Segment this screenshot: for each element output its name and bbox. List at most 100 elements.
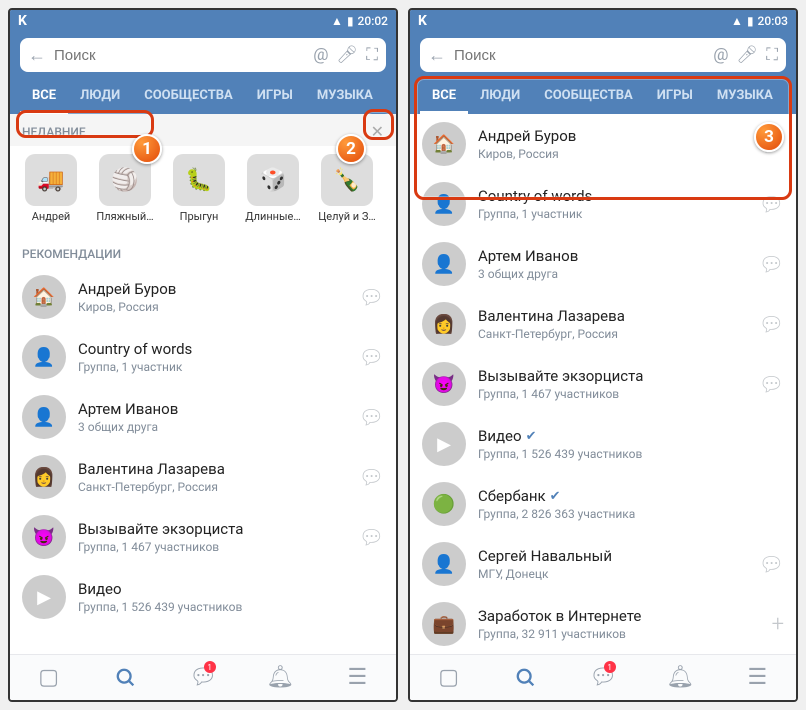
message-icon[interactable]: 💬︎ bbox=[359, 345, 384, 369]
content-area: НЕДАВНИЕ ✕ 🚚 Андрей 🏐 Пляжный… 🐛 Прыгун … bbox=[10, 114, 396, 654]
nav-notifications-icon[interactable]: 🔔︎ bbox=[642, 655, 719, 700]
list-item[interactable]: 🏠 Андрей БуровКиров, Россия 💬︎ bbox=[410, 114, 796, 174]
tab-people[interactable]: ЛЮДИ bbox=[68, 78, 132, 114]
list-item[interactable]: 👤 Сергей НавальныйМГУ, Донецк 💬︎ bbox=[410, 534, 796, 594]
recs-header-label: РЕКОМЕНДАЦИИ bbox=[22, 247, 121, 261]
tab-music[interactable]: МУЗЫКА bbox=[705, 78, 785, 114]
message-icon[interactable]: 💬︎ bbox=[759, 552, 784, 576]
at-icon[interactable]: @ bbox=[313, 45, 328, 65]
nav-badge: 1 bbox=[204, 661, 216, 673]
nav-news-icon[interactable]: ▢ bbox=[10, 655, 87, 700]
nav-search-icon[interactable] bbox=[487, 655, 564, 700]
list-item[interactable]: 🏠 Андрей БуровКиров, Россия 💬︎ bbox=[10, 267, 396, 327]
item-name: Артем Иванов bbox=[478, 247, 747, 265]
scan-icon[interactable]: ⛶ bbox=[366, 45, 378, 65]
nav-menu-icon[interactable]: ☰ bbox=[319, 655, 396, 700]
tab-games[interactable]: ИГРЫ bbox=[245, 78, 305, 114]
recommendations-list: 🏠 Андрей БуровКиров, Россия 💬︎ 👤 Country… bbox=[10, 267, 396, 627]
avatar: 👤 bbox=[422, 182, 466, 226]
phone-right: K ▲ ▮ 20:03 ← @ 🎤︎ ⛶ ВСЕ ЛЮДИ СООБЩЕСТВА… bbox=[408, 8, 798, 702]
list-item[interactable]: 👤 Артем Иванов3 общих друга 💬︎ bbox=[10, 387, 396, 447]
recent-label: Пляжный… bbox=[96, 210, 153, 223]
item-sub: 3 общих друга bbox=[478, 267, 747, 281]
list-item[interactable]: 😈 Вызывайте экзорцистаГруппа, 1 467 учас… bbox=[10, 507, 396, 567]
list-item[interactable]: 👤 Артем Иванов 3 общих друга 💬︎ bbox=[410, 234, 796, 294]
phone-left: K ▲ ▮ 20:02 ← @ 🎤︎ ⛶ ВСЕ ЛЮДИ СООБЩЕСТВА… bbox=[8, 8, 398, 702]
avatar: 👤 bbox=[22, 395, 66, 439]
recent-item[interactable]: 🐛 Прыгун bbox=[168, 154, 230, 223]
avatar: 👩 bbox=[22, 455, 66, 499]
message-icon[interactable]: 💬︎ bbox=[759, 132, 784, 156]
item-sub: 3 общих друга bbox=[78, 420, 347, 434]
tab-music[interactable]: МУЗЫКА bbox=[305, 78, 385, 114]
item-name: Вызывайте экзорциста bbox=[78, 520, 347, 538]
scan-icon[interactable]: ⛶ bbox=[766, 45, 778, 65]
message-icon[interactable]: 💬︎ bbox=[359, 465, 384, 489]
message-icon[interactable]: 💬︎ bbox=[759, 192, 784, 216]
tab-people[interactable]: ЛЮДИ bbox=[468, 78, 532, 114]
back-arrow-icon[interactable]: ← bbox=[28, 45, 46, 66]
nav-notifications-icon[interactable]: 🔔︎ bbox=[242, 655, 319, 700]
message-icon[interactable]: 💬︎ bbox=[759, 312, 784, 336]
back-arrow-icon[interactable]: ← bbox=[428, 45, 446, 66]
mic-icon[interactable]: 🎤︎ bbox=[337, 45, 359, 65]
item-name: Валентина Лазарева bbox=[78, 460, 347, 478]
item-name: Андрей Буров bbox=[78, 280, 347, 298]
message-icon[interactable]: 💬︎ bbox=[759, 372, 784, 396]
item-sub: Группа, 32 911 участников bbox=[478, 627, 760, 641]
search-input[interactable] bbox=[54, 47, 305, 64]
recent-item[interactable]: 🚚 Андрей bbox=[20, 154, 82, 223]
search-input[interactable] bbox=[454, 47, 705, 64]
mic-icon[interactable]: 🎤︎ bbox=[737, 45, 759, 65]
message-icon[interactable]: 💬︎ bbox=[359, 405, 384, 429]
list-item[interactable]: 🟢 Сбербанк ✔Группа, 2 826 363 участника bbox=[410, 474, 796, 534]
nav-messages-icon[interactable]: 💬︎1 bbox=[564, 655, 641, 700]
tab-groups[interactable]: СООБЩЕСТВА bbox=[132, 78, 245, 114]
recent-item[interactable]: 🎲 Длинные… bbox=[242, 154, 304, 223]
recent-label: Прыгун bbox=[180, 210, 219, 223]
clear-recent-button[interactable]: ✕ bbox=[371, 124, 384, 140]
avatar: 🟢 bbox=[422, 482, 466, 526]
nav-menu-icon[interactable]: ☰ bbox=[719, 655, 796, 700]
recent-item[interactable]: 🍾 Целуй и З… bbox=[316, 154, 378, 223]
item-sub: Группа, 1 467 участников bbox=[478, 387, 747, 401]
message-icon[interactable]: 💬︎ bbox=[359, 285, 384, 309]
item-name: Country of words bbox=[478, 187, 747, 205]
search-bar[interactable]: ← @ 🎤︎ ⛶ bbox=[420, 38, 786, 72]
recent-item[interactable]: 🏐 Пляжный… bbox=[94, 154, 156, 223]
tab-games[interactable]: ИГРЫ bbox=[645, 78, 705, 114]
list-item[interactable]: 👩 Валентина ЛазареваСанкт-Петербург, Рос… bbox=[410, 294, 796, 354]
recent-row[interactable]: 🚚 Андрей 🏐 Пляжный… 🐛 Прыгун 🎲 Длинные… … bbox=[10, 146, 396, 237]
item-name: Вызывайте экзорциста bbox=[478, 367, 747, 385]
list-item[interactable]: 👩 Валентина ЛазареваСанкт-Петербург, Рос… bbox=[10, 447, 396, 507]
list-item[interactable]: 💼 Заработок в ИнтернетеГруппа, 32 911 уч… bbox=[410, 594, 796, 654]
avatar: 👤 bbox=[422, 542, 466, 586]
avatar: ▶ bbox=[422, 422, 466, 466]
recent-thumb: 🍾 bbox=[321, 154, 373, 206]
nav-messages-icon[interactable]: 💬︎1 bbox=[164, 655, 241, 700]
at-icon[interactable]: @ bbox=[713, 45, 728, 65]
tab-groups[interactable]: СООБЩЕСТВА bbox=[532, 78, 645, 114]
search-bar[interactable]: ← @ 🎤︎ ⛶ bbox=[20, 38, 386, 72]
recent-header: НЕДАВНИЕ ✕ bbox=[10, 114, 396, 146]
list-item[interactable]: 😈 Вызывайте экзорцистаГруппа, 1 467 учас… bbox=[410, 354, 796, 414]
recent-thumb: 🚚 bbox=[25, 154, 77, 206]
list-item[interactable]: 👤 Country of wordsГруппа, 1 участник 💬︎ bbox=[10, 327, 396, 387]
tab-all[interactable]: ВСЕ bbox=[20, 78, 68, 114]
recent-label: Целуй и З… bbox=[318, 210, 376, 223]
list-item[interactable]: ▶ Видео ✔Группа, 1 526 439 участников bbox=[410, 414, 796, 474]
message-icon[interactable]: 💬︎ bbox=[759, 252, 784, 276]
message-icon[interactable]: 💬︎ bbox=[359, 525, 384, 549]
nav-search-icon[interactable] bbox=[87, 655, 164, 700]
item-name: Country of words bbox=[78, 340, 347, 358]
list-item[interactable]: 👤 Country of wordsГруппа, 1 участник 💬︎ bbox=[410, 174, 796, 234]
signal-icon: ▲ bbox=[731, 14, 743, 28]
avatar: 💼 bbox=[422, 602, 466, 646]
tab-all[interactable]: ВСЕ bbox=[420, 78, 468, 114]
item-sub: Киров, Россия bbox=[78, 300, 347, 314]
nav-news-icon[interactable]: ▢ bbox=[410, 655, 487, 700]
add-icon[interactable]: + bbox=[772, 612, 784, 637]
list-item[interactable]: ▶ ВидеоГруппа, 1 526 439 участников bbox=[10, 567, 396, 627]
recent-thumb: 🏐 bbox=[99, 154, 151, 206]
avatar: 👤 bbox=[422, 242, 466, 286]
